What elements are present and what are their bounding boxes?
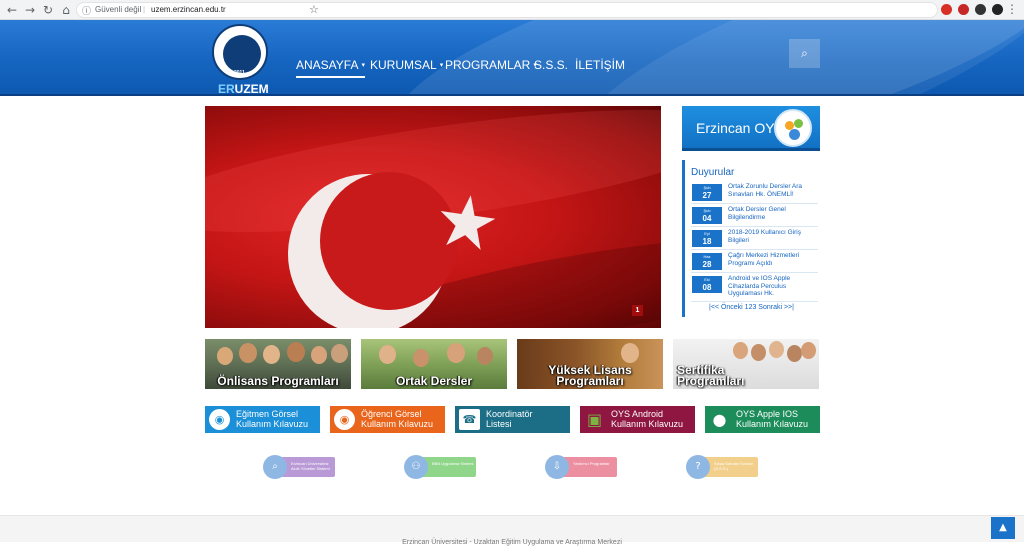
slider-page-indicator[interactable]: 1 <box>632 305 643 316</box>
extension-icon[interactable] <box>975 4 986 15</box>
oys-label: Erzincan OYS <box>696 120 784 136</box>
info-icon[interactable]: ⓘ <box>82 4 91 17</box>
faq-link[interactable]: ? Sıkça Sorulan Sorular (S.S.S.) <box>686 455 758 479</box>
site-header: 2011 ERUZEM ANASAYFA ▾ KURUMSAL ▾ PROGRAML… <box>0 20 1024 96</box>
video-icon: ◉ <box>209 409 230 430</box>
program-banner-yuksek-lisans[interactable]: Yüksek Lisans Programları <box>517 339 663 389</box>
nav-item-iletisim[interactable]: İLETİŞİM <box>575 58 625 72</box>
url-text[interactable]: uzem.erzincan.edu.tr <box>151 5 226 14</box>
search-icon: ⌕ <box>801 46 808 60</box>
phone-icon: ☎ <box>459 409 480 430</box>
forward-icon[interactable]: → <box>22 2 38 18</box>
date-badge: Haz 28 <box>692 253 722 270</box>
announcement-item[interactable]: Eki 08 Android ve IOS Apple Cihazlarda Pe… <box>691 274 818 302</box>
announcement-item[interactable]: Şub 04 Ortak Dersler Genel Bilgilendirme <box>691 205 818 227</box>
program-banner-sertifika[interactable]: Sertifika Programları <box>673 339 819 389</box>
announcements-panel: Duyurular Şub 27 Ortak Zorunlu Dersler Ar… <box>682 160 820 317</box>
address-bar[interactable]: ⓘ Güvenli değil | uzem.erzincan.edu.tr ☆ <box>76 2 938 18</box>
announcement-item[interactable]: Şub 27 Ortak Zorunlu Dersler Ara Sınavlar… <box>691 182 818 204</box>
search-icon: ⌕ <box>263 455 287 479</box>
nav-item-programlar[interactable]: PROGRAMLAR ▾ <box>445 58 537 72</box>
flag-star-icon <box>440 195 496 250</box>
oys-android-guide-button[interactable]: ▣ OYS Android Kullanım Kılavuzu <box>580 406 695 433</box>
program-label: Ortak Dersler <box>395 374 473 388</box>
chevron-down-icon: ▾ <box>361 61 365 69</box>
nav-item-anasayfa[interactable]: ANASAYFA ▾ <box>296 58 365 78</box>
header-bottom-border <box>0 94 1024 96</box>
nav-item-sss[interactable]: S.S.S. <box>534 58 568 72</box>
footer-text: Erzincan Üniversitesi - Uzaktan Eğitim U… <box>402 539 622 546</box>
browser-menu-icon[interactable]: ⋮ <box>1006 2 1018 16</box>
program-label: Yüksek Lisans Programları <box>548 363 632 388</box>
ogrenci-guide-button[interactable]: ◉ Öğrenci Görsel Kullanım Kılavuzu <box>330 406 445 433</box>
shield-extension-icon[interactable] <box>958 4 969 15</box>
video-icon: ◉ <box>334 409 355 430</box>
apple-icon: ● <box>712 410 727 429</box>
security-label: Güvenli değil <box>95 5 142 14</box>
android-icon: ▣ <box>586 410 603 429</box>
search-button[interactable]: ⌕ <box>789 39 820 68</box>
announcement-link[interactable]: Çağrı Merkezi Hizmetleri Programı Açıldı <box>728 252 820 267</box>
adblock-extension-icon[interactable] <box>941 4 952 15</box>
reload-icon[interactable]: ↻ <box>40 2 56 18</box>
announcements-title: Duyurular <box>691 167 735 178</box>
users-icon: ⚇ <box>404 455 428 479</box>
announcement-link[interactable]: Ortak Zorunlu Dersler Ara Sınavları Hk. … <box>728 183 820 198</box>
question-icon: ? <box>686 455 710 479</box>
date-badge: Eyl 18 <box>692 230 722 247</box>
announcement-item[interactable]: Haz 28 Çağrı Merkezi Hizmetleri Programı … <box>691 251 818 273</box>
home-icon[interactable]: ⌂ <box>58 2 74 18</box>
chevron-down-icon: ▾ <box>439 61 444 69</box>
erzincan-oys-link[interactable]: Erzincan OYS <box>682 106 820 151</box>
program-banner-ortak-dersler[interactable]: Ortak Dersler <box>361 339 507 389</box>
back-icon[interactable]: ← <box>4 2 20 18</box>
program-label: Sertifika Programları <box>677 363 745 388</box>
egitmen-guide-button[interactable]: ◉ Eğitmen Görsel Kullanım Kılavuzu <box>205 406 320 433</box>
users-group-icon <box>774 109 812 147</box>
scroll-to-top-button[interactable]: ▲ <box>991 517 1015 539</box>
address-separator: | <box>143 5 146 14</box>
announcements-pager[interactable]: |<< Önceki 123 Sonraki >>| <box>709 304 794 311</box>
announcement-link[interactable]: Ortak Dersler Genel Bilgilendirme <box>728 206 820 221</box>
seal-year: 2011 <box>234 70 245 76</box>
announcement-link[interactable]: 2018-2019 Kullanıcı Giriş Bilgileri <box>728 229 820 244</box>
date-badge: Şub 27 <box>692 184 722 201</box>
extension-icon-2[interactable] <box>992 4 1003 15</box>
announcement-link[interactable]: Android ve IOS Apple Cihazlarda Perculus… <box>728 275 820 298</box>
date-badge: Eki 08 <box>692 276 722 293</box>
browser-toolbar: ← → ↻ ⌂ ⓘ Güvenli değil | uzem.erzincan.… <box>0 0 1024 20</box>
logo-wordmark: ERUZEM <box>218 82 269 96</box>
site-footer: Erzincan Üniversitesi - Uzaktan Eğitim U… <box>0 515 1024 546</box>
bbb-system-link[interactable]: ⚇ BBB Uygulama Sistemi <box>404 455 476 479</box>
announcement-item[interactable]: Eyl 18 2018-2019 Kullanıcı Giriş Bilgiler… <box>691 228 818 250</box>
nav-item-kurumsal[interactable]: KURUMSAL ▾ <box>370 58 443 72</box>
university-seal-icon: 2011 <box>212 24 268 80</box>
arrow-up-icon: ▲ <box>999 522 1007 533</box>
eruzem-logo[interactable]: 2011 ERUZEM <box>209 24 271 96</box>
akilli-yonetim-link[interactable]: ⌕ Erzincan Üniversitesi Akıllı Yönetim S… <box>263 455 335 479</box>
oys-ios-guide-button[interactable]: ● OYS Apple IOS Kullanım Kılavuzu <box>705 406 820 433</box>
program-label: Önlisans Programları <box>217 374 339 388</box>
hero-slider[interactable] <box>205 106 661 328</box>
koordinator-list-button[interactable]: ☎ Koordinatör Listesi <box>455 406 570 433</box>
program-banner-onlisans[interactable]: Önlisans Programları <box>205 339 351 389</box>
date-badge: Şub 04 <box>692 207 722 224</box>
download-icon: ⇩ <box>545 455 569 479</box>
helper-programs-link[interactable]: ⇩ Yardımcı Programlar <box>545 455 617 479</box>
